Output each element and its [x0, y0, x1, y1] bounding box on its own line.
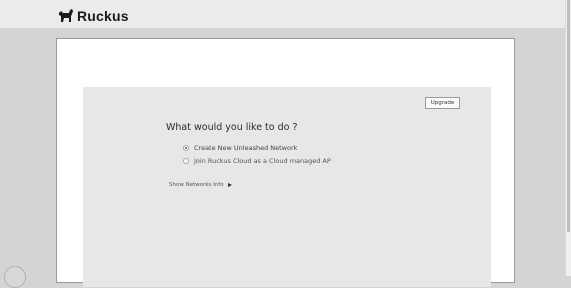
brand-name: Ruckus — [77, 8, 129, 24]
ruckus-logo: Ruckus — [58, 7, 129, 23]
show-networks-info-link[interactable]: Show Networks Info — [169, 182, 232, 188]
radio-join-cloud[interactable] — [183, 158, 189, 164]
show-networks-info-label: Show Networks Info — [169, 182, 224, 188]
top-header: Ruckus — [0, 0, 566, 29]
option-join-cloud[interactable]: Join Ruckus Cloud as a Cloud managed AP — [183, 157, 331, 165]
setup-prompt: What would you like to do ? — [166, 122, 298, 133]
option-create-unleashed-label: Create New Unleashed Network — [194, 144, 298, 152]
upgrade-button[interactable]: Upgrade — [425, 97, 460, 109]
option-join-cloud-label: Join Ruckus Cloud as a Cloud managed AP — [194, 157, 331, 165]
scrollbar-thumb[interactable] — [567, 0, 570, 232]
ruckus-dog-icon — [59, 9, 73, 22]
setup-panel: Upgrade What would you like to do ? Crea… — [83, 87, 491, 287]
page-scrollbar[interactable] — [565, 0, 571, 276]
main-card: Upgrade What would you like to do ? Crea… — [56, 38, 515, 287]
option-create-unleashed[interactable]: Create New Unleashed Network — [183, 144, 297, 152]
triangle-right-icon — [227, 183, 232, 187]
help-circle-icon[interactable] — [4, 266, 26, 288]
radio-create-unleashed[interactable] — [183, 145, 189, 151]
